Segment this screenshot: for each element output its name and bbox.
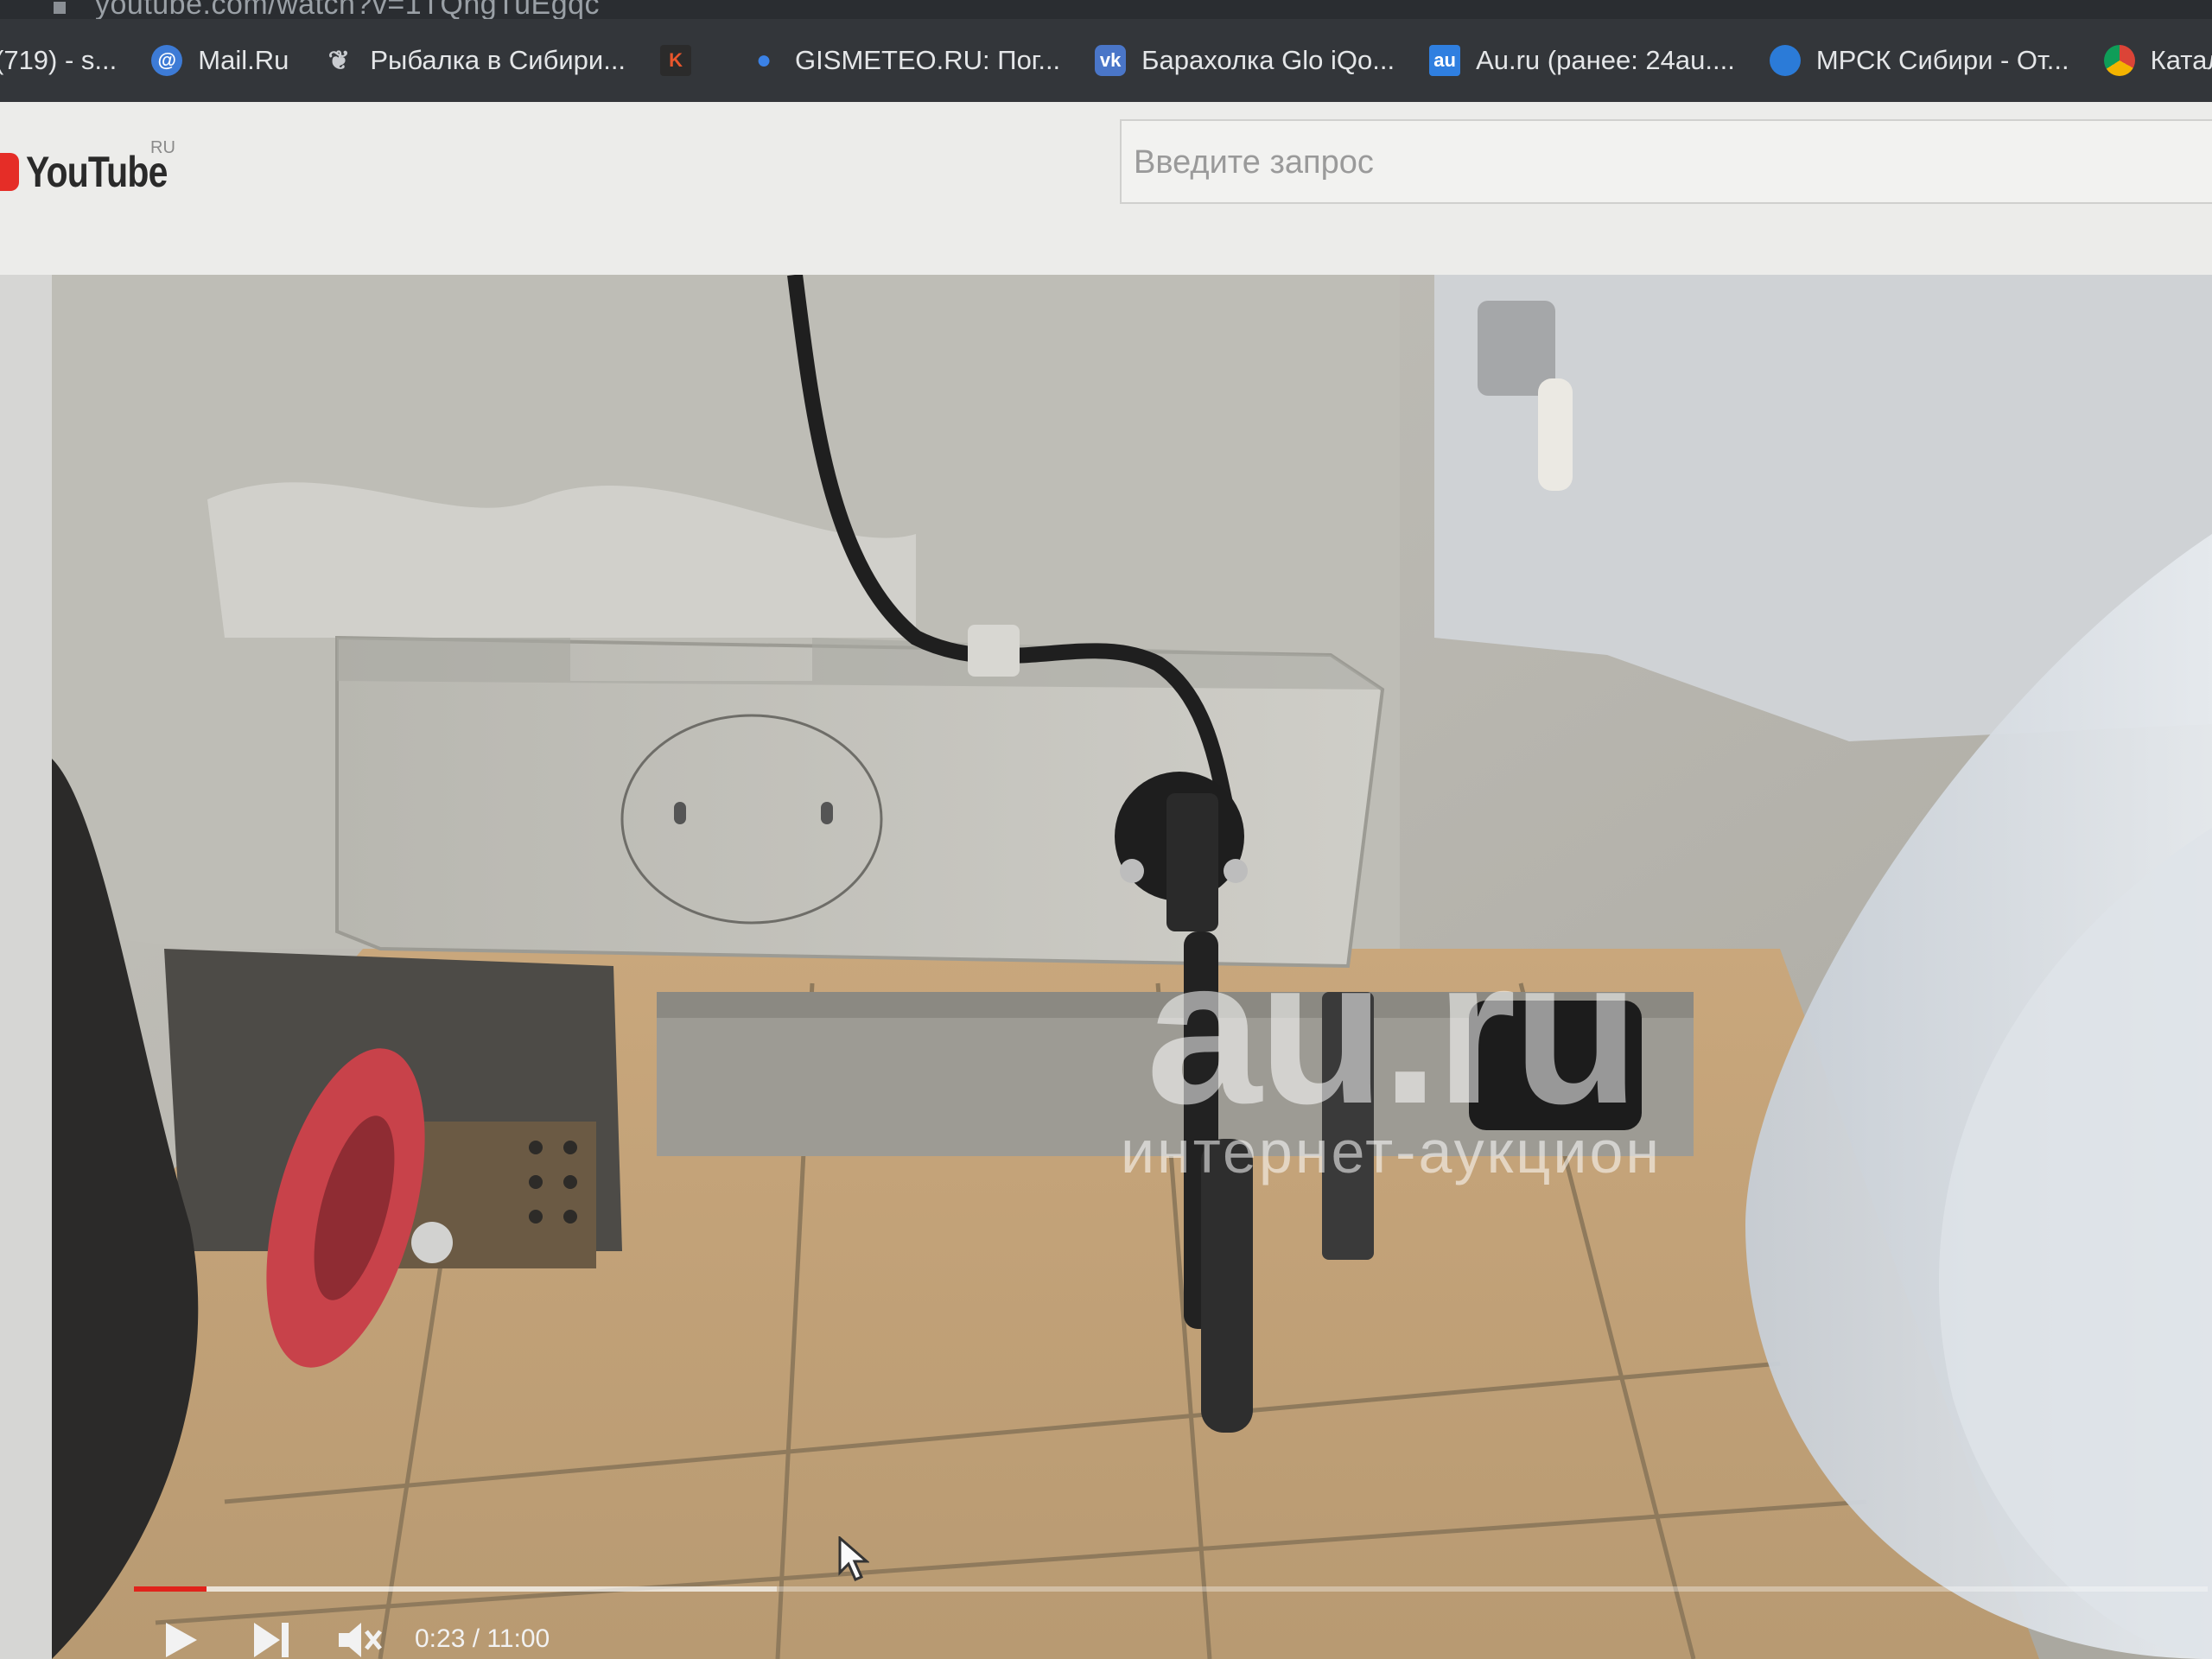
bookmark-label: (719) - s... — [0, 45, 118, 75]
youtube-logo[interactable]: YouTube RU — [0, 138, 198, 197]
youtube-play-logo-icon — [0, 153, 19, 191]
youtube-header: YouTube RU — [0, 102, 2212, 275]
url-text[interactable]: youtube.com/watch?v=1TQhgTuEgqc — [95, 0, 600, 19]
play-button[interactable] — [164, 1621, 199, 1659]
country-code: RU — [150, 138, 175, 157]
progress-played — [134, 1586, 207, 1592]
youtube-wordmark: YouTube — [26, 148, 168, 196]
bookmark-label: Барахолка Glo iQo... — [1141, 45, 1395, 75]
k-logo-icon: K — [660, 45, 692, 76]
vk-icon: vk — [1095, 45, 1127, 76]
au-icon: au — [1429, 45, 1461, 76]
video-player[interactable]: au.ru интернет-аукцион 0:23 / 11:00 — [52, 275, 2212, 1659]
drop-icon: ● — [755, 46, 772, 74]
fish-icon: ❦ — [327, 46, 350, 75]
mute-button[interactable] — [337, 1621, 382, 1659]
volume-muted-icon — [339, 1623, 382, 1657]
bookmark-label: Au.ru (ранее: 24au.... — [1476, 45, 1735, 75]
search-box[interactable] — [1120, 119, 2212, 204]
player-controls: 0:23 / 11:00 — [52, 1545, 2212, 1659]
mouse-cursor-icon — [838, 1536, 869, 1581]
bookmark-item[interactable]: ● GISMETEO.RU: Пог... — [748, 45, 1060, 76]
next-icon — [254, 1623, 289, 1657]
bookmarks-bar: (719) - s... @ Mail.Ru ❦ Рыбалка в Сибир… — [0, 19, 2212, 102]
play-icon — [166, 1623, 197, 1657]
progress-buffered — [134, 1586, 777, 1592]
bookmark-item[interactable]: au Au.ru (ранее: 24au.... — [1429, 45, 1735, 76]
next-button[interactable] — [252, 1621, 290, 1659]
time-display: 0:23 / 11:00 — [415, 1624, 550, 1653]
progress-bar[interactable] — [134, 1586, 2208, 1592]
bookmark-item[interactable]: ❦ Рыбалка в Сибири... — [323, 45, 626, 76]
bookmark-label: Каталог - Alize — [2150, 45, 2212, 75]
bookmark-item[interactable]: МРСК Сибири - От... — [1769, 45, 2069, 76]
mailru-icon: @ — [151, 45, 183, 76]
bookmark-label: GISMETEO.RU: Пог... — [795, 45, 1061, 75]
bookmark-item[interactable]: vk Барахолка Glo iQo... — [1095, 45, 1395, 76]
globe-icon — [1769, 45, 1801, 76]
bookmark-item[interactable]: Каталог - Alize — [2103, 45, 2212, 76]
video-frame — [52, 275, 2212, 1659]
bookmark-item[interactable]: @ Mail.Ru — [151, 45, 289, 76]
address-bar[interactable]: youtube.com/watch?v=1TQhgTuEgqc — [0, 0, 2212, 19]
bookmark-label: Mail.Ru — [198, 45, 289, 75]
bookmark-item[interactable]: (719) - s... — [0, 45, 117, 76]
bookmark-label: МРСК Сибири - От... — [1815, 45, 2069, 75]
search-input[interactable] — [1122, 121, 2212, 204]
chrome-icon — [2103, 45, 2135, 76]
bookmark-label: Рыбалка в Сибири... — [370, 45, 626, 75]
lock-icon — [54, 2, 66, 14]
bookmark-item[interactable]: K — [660, 45, 707, 76]
